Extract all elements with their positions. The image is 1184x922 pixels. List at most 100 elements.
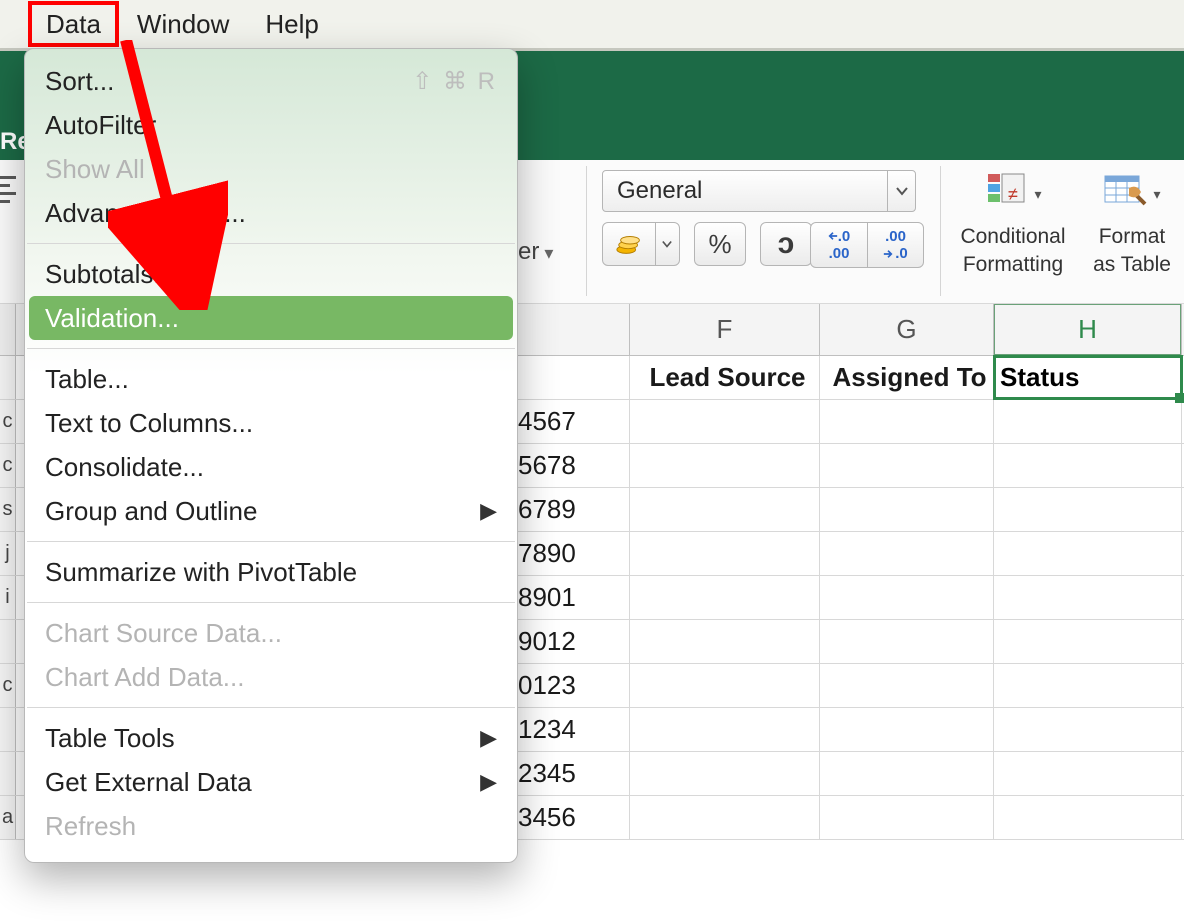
cell[interactable] bbox=[820, 444, 994, 487]
cell[interactable] bbox=[820, 620, 994, 663]
cell[interactable] bbox=[994, 400, 1182, 443]
menu-separator bbox=[27, 707, 515, 708]
menu-separator bbox=[27, 348, 515, 349]
svg-text:≠: ≠ bbox=[1008, 184, 1018, 204]
cell[interactable] bbox=[820, 796, 994, 839]
currency-button[interactable] bbox=[602, 222, 680, 266]
row-gutter[interactable] bbox=[0, 356, 16, 399]
menu-item-autofilter[interactable]: AutoFilter bbox=[25, 103, 517, 147]
toolbar-separator bbox=[586, 166, 587, 296]
dropdown-arrow-icon: ▾ bbox=[1034, 186, 1041, 203]
format-as-table-button[interactable]: ▾ Format as Table bbox=[1082, 166, 1182, 278]
cell[interactable] bbox=[820, 576, 994, 619]
cell[interactable] bbox=[630, 532, 820, 575]
cell[interactable] bbox=[630, 576, 820, 619]
row-gutter[interactable] bbox=[0, 620, 16, 663]
align-icon bbox=[0, 174, 16, 210]
menu-item-table-tools[interactable]: Table Tools ▶ bbox=[25, 716, 517, 760]
cell[interactable] bbox=[630, 444, 820, 487]
menu-item-consolidate[interactable]: Consolidate... bbox=[25, 445, 517, 489]
corner-gutter[interactable] bbox=[0, 304, 16, 355]
decimal-group: .0 .00 .00 .0 bbox=[810, 222, 924, 268]
cell[interactable] bbox=[994, 488, 1182, 531]
row-gutter[interactable]: i bbox=[0, 576, 16, 619]
chevron-right-icon: ▶ bbox=[480, 498, 497, 524]
header-status[interactable]: Status bbox=[994, 356, 1182, 399]
cell[interactable] bbox=[820, 664, 994, 707]
cell[interactable] bbox=[630, 664, 820, 707]
header-assigned-to[interactable]: Assigned To bbox=[820, 356, 994, 399]
cell[interactable] bbox=[994, 576, 1182, 619]
chevron-right-icon: ▶ bbox=[480, 725, 497, 751]
menu-separator bbox=[27, 541, 515, 542]
chevron-right-icon: ▶ bbox=[480, 769, 497, 795]
cell[interactable] bbox=[820, 752, 994, 795]
cell[interactable] bbox=[630, 400, 820, 443]
cell[interactable] bbox=[994, 532, 1182, 575]
cell[interactable] bbox=[994, 664, 1182, 707]
menu-item-summarize-pivot[interactable]: Summarize with PivotTable bbox=[25, 550, 517, 594]
menu-data[interactable]: Data bbox=[28, 1, 119, 47]
row-gutter[interactable]: c bbox=[0, 444, 16, 487]
cell[interactable] bbox=[630, 708, 820, 751]
column-header-g[interactable]: G bbox=[820, 304, 994, 355]
dropdown-arrow-icon: ▾ bbox=[1153, 186, 1160, 203]
menu-item-sort[interactable]: Sort... ⇧ ⌘ R bbox=[25, 59, 517, 103]
menu-item-table[interactable]: Table... bbox=[25, 357, 517, 401]
conditional-formatting-icon: ≠ bbox=[984, 170, 1028, 219]
conditional-formatting-label-1: Conditional bbox=[960, 224, 1065, 250]
menu-help[interactable]: Help bbox=[247, 5, 336, 44]
partial-button-label[interactable]: er bbox=[518, 238, 553, 266]
row-gutter[interactable]: c bbox=[0, 400, 16, 443]
cell[interactable] bbox=[630, 752, 820, 795]
number-format-arrow[interactable] bbox=[887, 171, 915, 211]
decrease-decimal-button[interactable]: .0 .00 bbox=[811, 223, 867, 267]
comma-icon: ͻ bbox=[778, 227, 795, 261]
header-lead-source[interactable]: Lead Source bbox=[630, 356, 820, 399]
menu-window[interactable]: Window bbox=[119, 5, 247, 44]
row-gutter[interactable]: a bbox=[0, 796, 16, 839]
menu-item-subtotals[interactable]: Subtotals... bbox=[25, 252, 517, 296]
menu-item-validation[interactable]: Validation... bbox=[29, 296, 513, 340]
menu-separator bbox=[27, 602, 515, 603]
number-format-dropdown[interactable]: General bbox=[602, 170, 916, 212]
cell[interactable] bbox=[820, 488, 994, 531]
conditional-formatting-label-2: Formatting bbox=[963, 252, 1063, 278]
comma-button[interactable]: ͻ bbox=[760, 222, 812, 266]
menu-item-get-external[interactable]: Get External Data ▶ bbox=[25, 760, 517, 804]
cell[interactable] bbox=[994, 620, 1182, 663]
currency-dropdown-arrow[interactable] bbox=[655, 223, 677, 265]
conditional-formatting-button[interactable]: ≠ ▾ Conditional Formatting bbox=[954, 166, 1072, 278]
row-gutter[interactable] bbox=[0, 708, 16, 751]
cell[interactable] bbox=[994, 444, 1182, 487]
row-gutter[interactable]: s bbox=[0, 488, 16, 531]
column-header-f[interactable]: F bbox=[630, 304, 820, 355]
row-gutter[interactable]: j bbox=[0, 532, 16, 575]
cell[interactable] bbox=[630, 796, 820, 839]
menu-item-show-all: Show All bbox=[25, 147, 517, 191]
cell[interactable] bbox=[994, 708, 1182, 751]
menu-item-text-to-columns[interactable]: Text to Columns... bbox=[25, 401, 517, 445]
increase-decimal-button[interactable]: .00 .0 bbox=[867, 223, 923, 267]
menu-item-refresh: Refresh bbox=[25, 804, 517, 848]
cell[interactable] bbox=[994, 796, 1182, 839]
cell[interactable] bbox=[630, 488, 820, 531]
cell[interactable] bbox=[630, 620, 820, 663]
column-header-h[interactable]: H bbox=[994, 304, 1182, 355]
menu-item-group-outline[interactable]: Group and Outline ▶ bbox=[25, 489, 517, 533]
format-as-table-icon bbox=[1103, 170, 1147, 219]
menu-item-chart-add: Chart Add Data... bbox=[25, 655, 517, 699]
percent-icon: % bbox=[708, 229, 731, 260]
number-format-value: General bbox=[617, 177, 702, 205]
cell[interactable] bbox=[820, 532, 994, 575]
cell[interactable] bbox=[994, 752, 1182, 795]
cell[interactable] bbox=[820, 400, 994, 443]
row-gutter[interactable]: c bbox=[0, 664, 16, 707]
percent-button[interactable]: % bbox=[694, 222, 746, 266]
menu-item-advanced-filter[interactable]: Advanced Filter... bbox=[25, 191, 517, 235]
data-menu-dropdown: Sort... ⇧ ⌘ R AutoFilter Show All Advanc… bbox=[24, 48, 518, 863]
format-as-table-label-1: Format bbox=[1099, 224, 1166, 250]
sort-shortcut: ⇧ ⌘ R bbox=[412, 67, 497, 96]
row-gutter[interactable] bbox=[0, 752, 16, 795]
cell[interactable] bbox=[820, 708, 994, 751]
